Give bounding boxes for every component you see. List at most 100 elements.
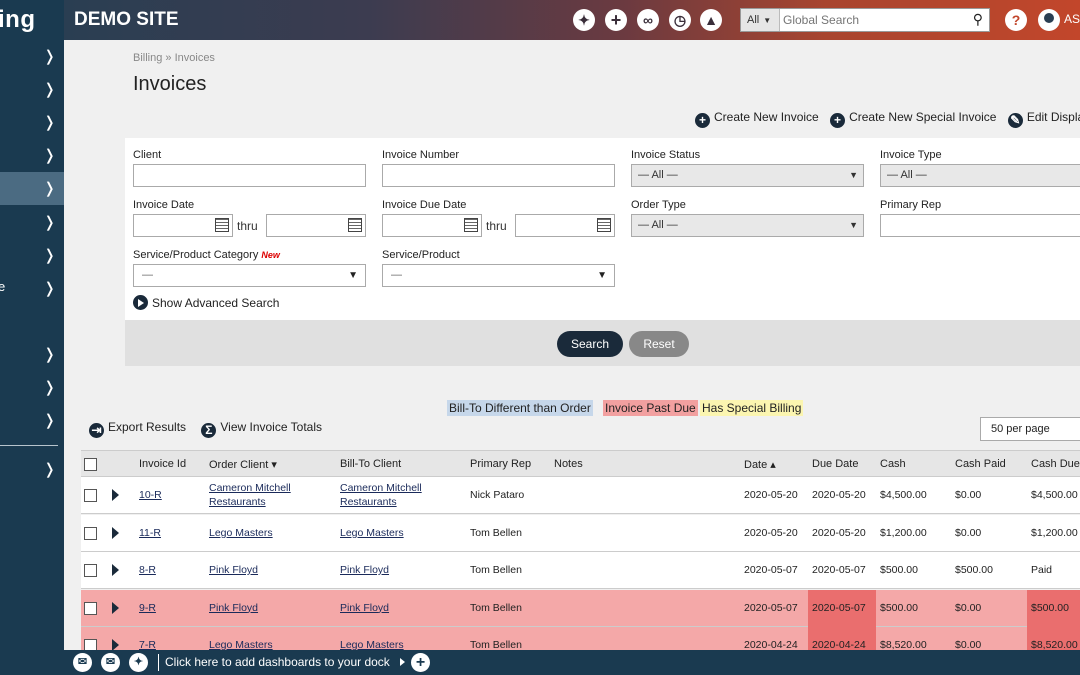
calendar-icon[interactable] — [348, 218, 362, 232]
bill-to-client-link-line2[interactable]: Restaurants — [340, 496, 397, 508]
order-client-link[interactable]: Pink Floyd — [209, 602, 258, 614]
add-icon[interactable]: + — [605, 9, 627, 31]
expand-row-icon[interactable] — [112, 526, 119, 539]
col-cash[interactable]: Cash — [880, 458, 906, 470]
bill-to-client-link[interactable]: Lego Masters — [340, 527, 404, 539]
sidebar-item-7[interactable]: ❭ — [0, 239, 64, 272]
col-notes[interactable]: Notes — [554, 458, 583, 470]
order-client-link[interactable]: Cameron Mitchell — [209, 482, 291, 494]
sidebar-item-billing[interactable]: ❭ — [0, 172, 64, 205]
user-initials[interactable]: AS — [1064, 12, 1080, 26]
sidebar-divider — [0, 445, 58, 446]
bell-icon[interactable]: ▲ — [700, 9, 722, 31]
add-dashboards-link[interactable]: Click here to add dashboards to your doc… — [165, 655, 390, 669]
expand-row-icon[interactable] — [112, 564, 119, 576]
user-avatar-icon[interactable] — [1038, 9, 1060, 31]
bill-to-client-link[interactable]: Cameron Mitchell — [340, 482, 422, 494]
export-results-button[interactable]: ⇥ Export Results — [89, 420, 186, 438]
edit-display-button[interactable]: ✎Edit Display — [1007, 110, 1080, 128]
calendar-icon[interactable] — [464, 218, 478, 232]
order-client-link[interactable]: Pink Floyd — [209, 564, 258, 576]
col-order-client[interactable]: Order Client ▾ — [209, 458, 277, 471]
invoice-date-to-field[interactable] — [266, 214, 366, 237]
order-client-link-line2[interactable]: Restaurants — [209, 496, 266, 508]
sidebar-item-8[interactable]: e ❭ — [0, 272, 64, 305]
invoice-due-date-from-field[interactable] — [382, 214, 482, 237]
add-dashboard-button[interactable]: + — [411, 653, 430, 672]
invoice-id-link[interactable]: 8-R — [139, 564, 156, 576]
bill-to-client-link[interactable]: Pink Floyd — [340, 602, 389, 614]
sidebar-item-12[interactable]: ❭ — [0, 453, 64, 486]
service-category-select[interactable]: — ▼ — [133, 264, 366, 287]
primary-rep-cell: Tom Bellen — [470, 526, 522, 539]
service-product-select[interactable]: — ▼ — [382, 264, 615, 287]
create-invoice-button[interactable]: + Create New Invoice — [695, 110, 819, 128]
view-invoice-totals-button[interactable]: Σ View Invoice Totals — [201, 420, 322, 438]
col-invoice-id[interactable]: Invoice Id — [139, 458, 186, 470]
service-product-value: — — [391, 269, 402, 281]
row-checkbox[interactable] — [84, 489, 97, 502]
per-page-select[interactable]: 50 per page — [980, 417, 1080, 441]
search-button[interactable]: Search — [557, 331, 623, 357]
mail-icon[interactable]: ✉ — [73, 653, 92, 672]
due-date-cell: 2020-05-20 — [812, 489, 866, 501]
col-bill-to-client[interactable]: Bill-To Client — [340, 458, 401, 470]
caret-down-icon: ▼ — [849, 170, 858, 180]
date-cell: 2020-05-07 — [744, 601, 798, 614]
expand-row-icon[interactable] — [112, 601, 119, 614]
invoice-number-field[interactable] — [382, 164, 615, 187]
bill-to-client-link[interactable]: Pink Floyd — [340, 564, 389, 576]
invoice-status-select[interactable]: — All — ▼ — [631, 164, 864, 187]
col-cash-paid[interactable]: Cash Paid — [955, 458, 1006, 470]
expand-row-icon[interactable] — [112, 489, 119, 501]
col-date[interactable]: Date ▴ — [744, 458, 776, 471]
search-scope-value: All — [747, 14, 760, 26]
invoice-date-from-field[interactable] — [133, 214, 233, 237]
client-field[interactable] — [133, 164, 366, 187]
sidebar-item-6[interactable]: ❭ — [0, 206, 64, 239]
select-all-checkbox[interactable] — [84, 458, 97, 471]
show-advanced-search-link[interactable]: Show Advanced Search — [133, 295, 279, 310]
sidebar-item-4[interactable]: ❭ — [0, 139, 64, 172]
order-type-select[interactable]: — All — ▼ — [631, 214, 864, 237]
row-checkbox[interactable] — [84, 526, 97, 540]
help-button[interactable]: ? — [1005, 9, 1027, 31]
sidebar-item-9[interactable]: ❭ — [0, 338, 64, 371]
message-icon[interactable]: ✉ — [101, 653, 120, 672]
sidebar-item-2[interactable]: ❭ — [0, 73, 64, 106]
breadcrumb[interactable]: Billing » Invoices — [133, 52, 215, 64]
invoice-type-select[interactable]: — All — — [880, 164, 1080, 187]
reset-button[interactable]: Reset — [629, 331, 689, 357]
primary-rep-field[interactable] — [880, 214, 1080, 237]
sidebar-item-3[interactable]: ❭ — [0, 106, 64, 139]
invoice-id-link[interactable]: 9-R — [139, 602, 156, 614]
table-row[interactable]: 9-R Pink Floyd Pink Floyd Tom Bellen 2020-05… — [81, 589, 1080, 627]
col-due-date[interactable]: Due Date — [812, 458, 858, 470]
table-row[interactable]: 11-R Lego Masters Lego Masters Tom Bellen 20… — [81, 514, 1080, 552]
table-row[interactable]: 8-R Pink Floyd Pink Floyd Tom Bellen 2020-05… — [81, 552, 1080, 589]
sidebar-item-10[interactable]: ❭ — [0, 371, 64, 404]
search-scope-select[interactable]: All ▼ — [741, 9, 780, 31]
invoice-due-date-to-field[interactable] — [515, 214, 615, 237]
calendar-icon[interactable] — [215, 218, 229, 232]
cash-paid-cell: $0.00 — [955, 601, 982, 614]
history-clock-icon[interactable]: ◷ — [669, 9, 691, 31]
table-row[interactable]: 10-R Cameron Mitchell Restaurants Cameron M… — [81, 477, 1080, 514]
global-search-input[interactable] — [783, 11, 963, 29]
invoice-id-link[interactable]: 10-R — [139, 489, 162, 501]
invoice-id-link[interactable]: 11-R — [139, 527, 161, 539]
sidebar-item-1[interactable]: ❭ — [0, 40, 64, 73]
calendar-icon[interactable] — [597, 218, 611, 232]
page-title: Invoices — [133, 73, 207, 95]
search-icon[interactable]: ⚲ — [973, 11, 983, 28]
col-primary-rep[interactable]: Primary Rep — [470, 458, 531, 470]
link-icon[interactable]: ∞ — [637, 9, 659, 31]
celebration-icon[interactable]: ✦ — [573, 9, 595, 31]
row-checkbox[interactable] — [84, 601, 97, 615]
pinwheel-icon[interactable]: ✦ — [129, 653, 148, 672]
row-checkbox[interactable] — [84, 564, 97, 577]
create-special-invoice-button[interactable]: + Create New Special Invoice — [830, 110, 996, 128]
sidebar-item-11[interactable]: ❭ — [0, 404, 64, 437]
col-cash-due[interactable]: Cash Due — [1031, 458, 1080, 470]
order-client-link[interactable]: Lego Masters — [209, 527, 273, 539]
